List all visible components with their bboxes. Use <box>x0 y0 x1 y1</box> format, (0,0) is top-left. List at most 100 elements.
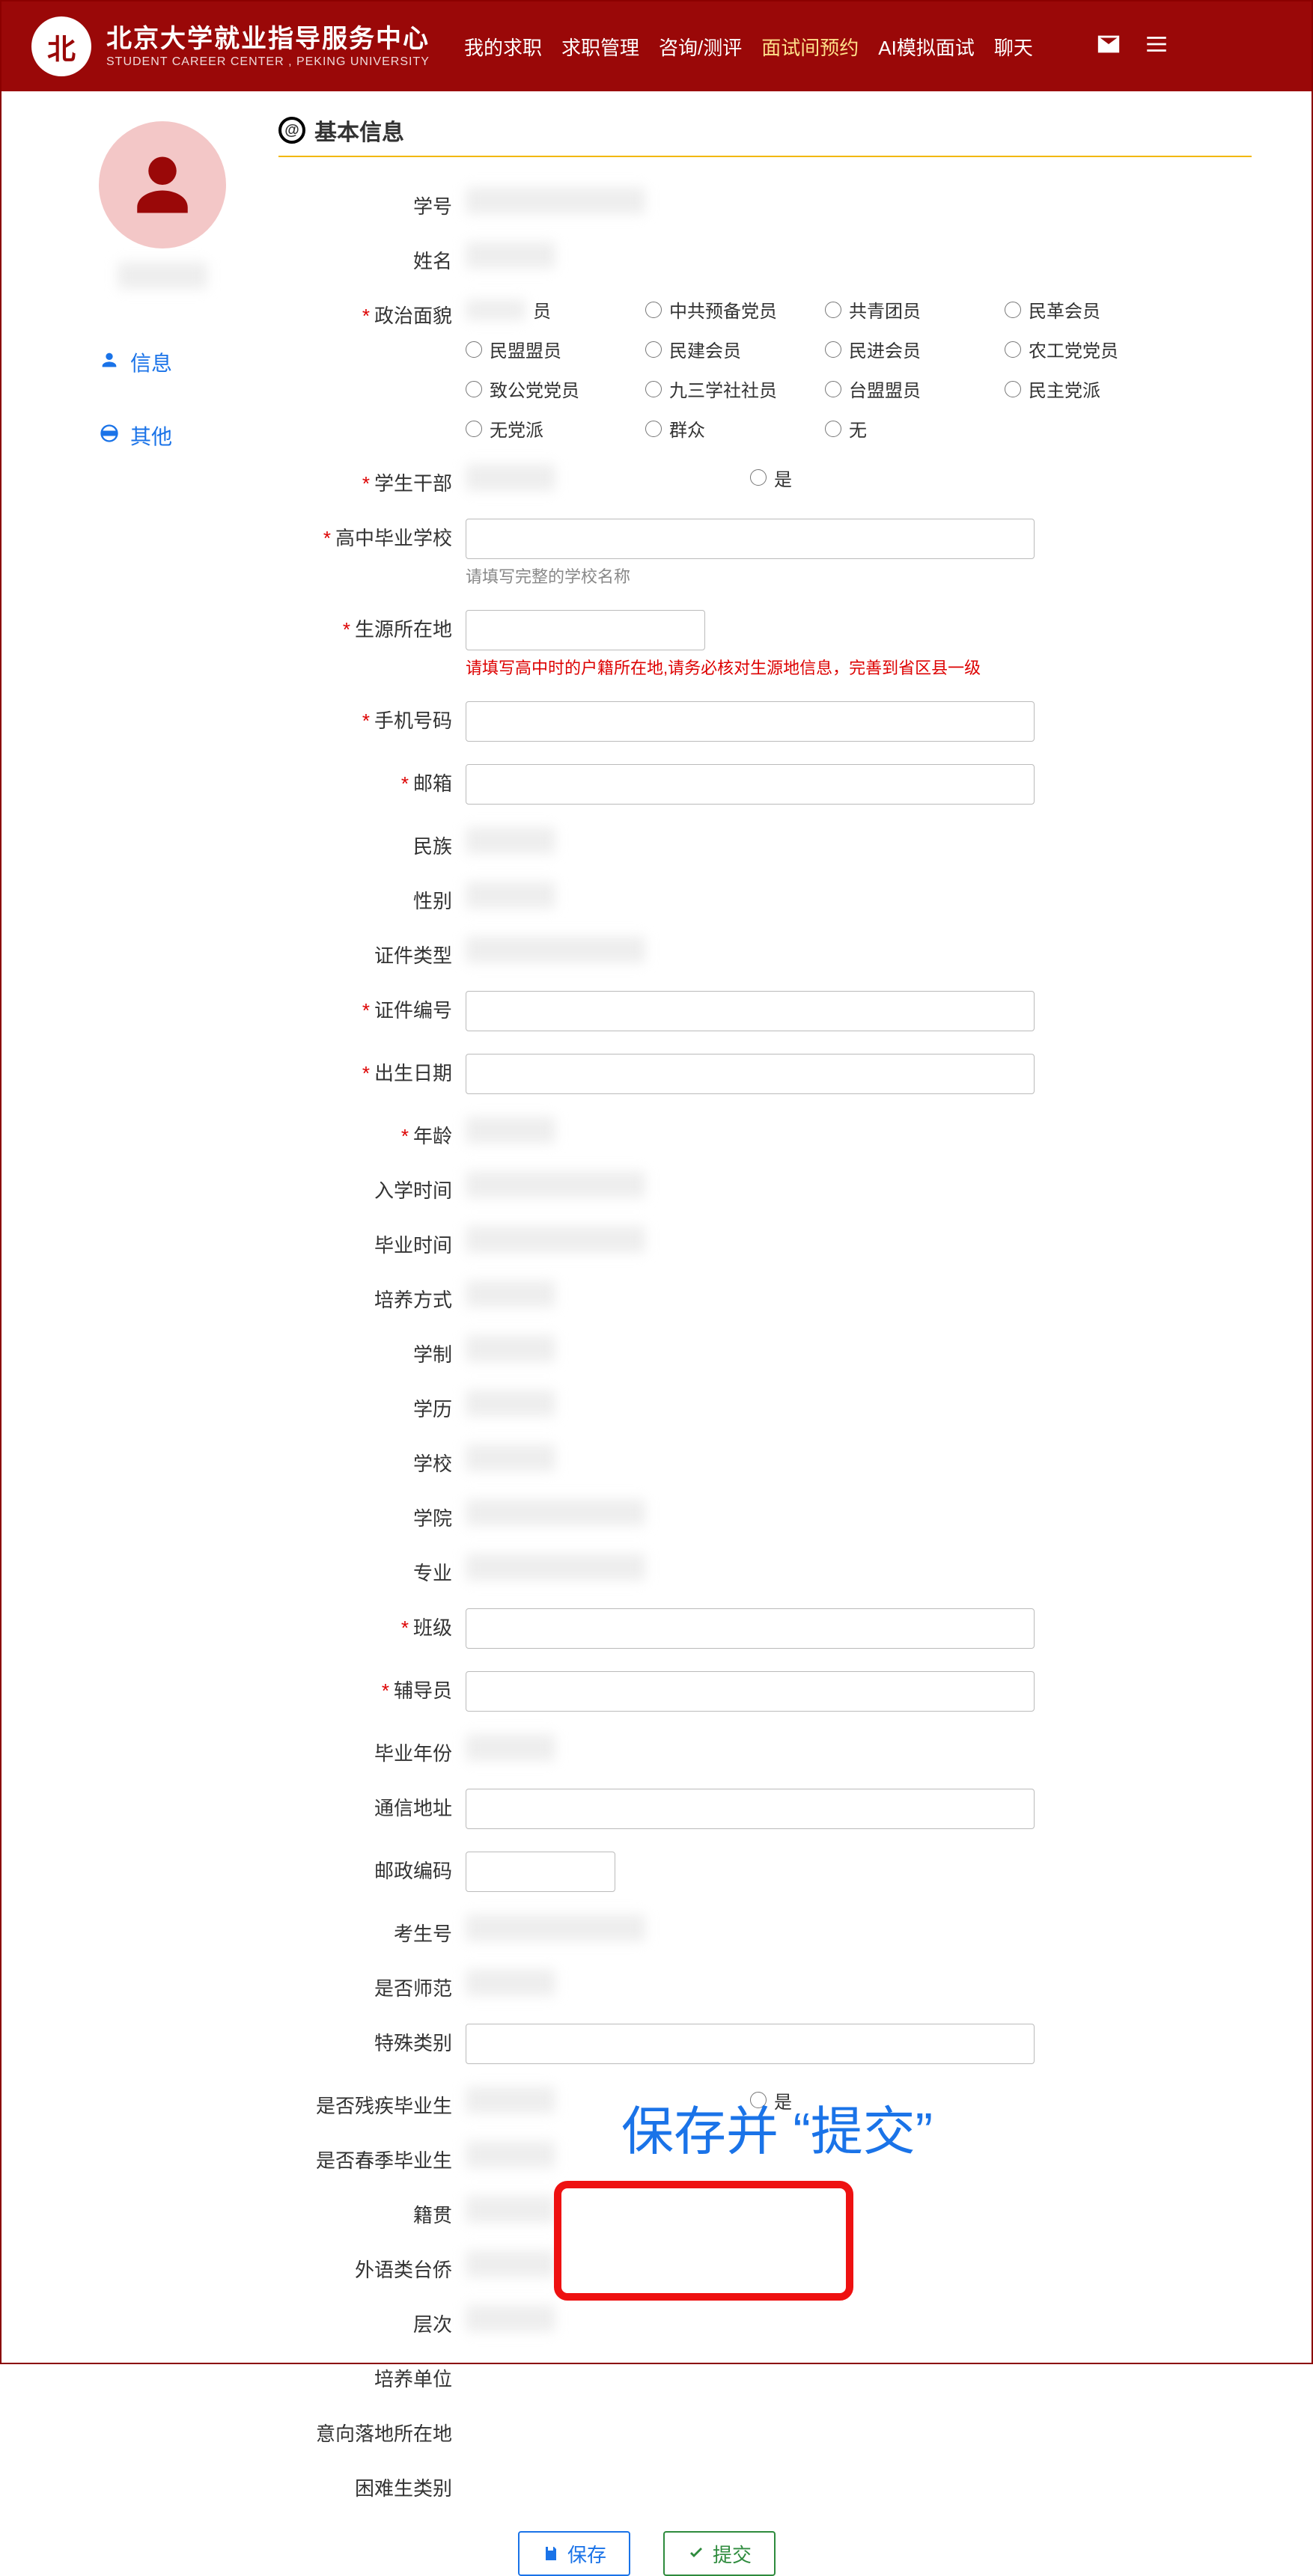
user-slot[interactable] <box>1192 25 1282 67</box>
label-name: 姓名 <box>413 250 452 272</box>
label-examno: 考生号 <box>394 1923 452 1945</box>
political-opt-2[interactable]: 共青团员 <box>825 296 997 323</box>
label-gender: 性别 <box>413 890 452 912</box>
label-phone: 手机号码 <box>374 709 452 732</box>
political-opt-12[interactable]: 无党派 <box>466 415 638 442</box>
input-postcode[interactable] <box>466 1852 615 1892</box>
input-class[interactable] <box>466 1608 1035 1649</box>
section-divider <box>278 156 1252 157</box>
value-examno <box>466 1914 645 1941</box>
menu-icon[interactable] <box>1144 31 1169 62</box>
label-culture: 培养方式 <box>374 1289 452 1311</box>
value-native <box>466 2196 555 2223</box>
political-opt-11[interactable]: 民主党派 <box>1005 376 1177 402</box>
form-buttons: 保存 提交 <box>518 2531 1229 2576</box>
political-opt-7[interactable]: 农工党党员 <box>1005 336 1177 362</box>
label-highschool: 高中毕业学校 <box>335 527 452 549</box>
value-spring <box>466 2141 555 2168</box>
user-icon <box>99 350 120 376</box>
label-email: 邮箱 <box>413 772 452 795</box>
input-birth[interactable] <box>466 1054 1035 1094</box>
value-major <box>466 1554 645 1581</box>
sidebar: 信息 其他 <box>61 114 263 2576</box>
value-disability <box>466 2087 555 2113</box>
section-title: @ 基本信息 <box>278 114 1252 147</box>
mail-icon[interactable] <box>1096 31 1121 62</box>
political-opt-1[interactable]: 中共预备党员 <box>645 296 817 323</box>
label-idtype: 证件类型 <box>374 944 452 967</box>
input-special[interactable] <box>466 2024 1035 2064</box>
save-button[interactable]: 保存 <box>518 2531 630 2576</box>
input-origin[interactable] <box>466 610 705 650</box>
value-overseas <box>466 2250 555 2277</box>
input-address[interactable] <box>466 1789 1035 1829</box>
label-gradtime: 毕业时间 <box>374 1234 452 1257</box>
value-school <box>466 1444 555 1471</box>
input-highschool[interactable] <box>466 519 1035 559</box>
input-phone[interactable] <box>466 701 1035 742</box>
label-cadre: 学生干部 <box>374 472 452 495</box>
check-icon <box>687 2545 705 2563</box>
nav-consult[interactable]: 咨询/测评 <box>659 33 742 61</box>
label-gradyear: 毕业年份 <box>374 1742 452 1765</box>
input-advisor[interactable] <box>466 1671 1035 1712</box>
political-opt-0[interactable]: 员 <box>466 296 638 323</box>
political-opt-3[interactable]: 民革会员 <box>1005 296 1177 323</box>
label-spring: 是否春季毕业生 <box>316 2149 452 2172</box>
political-options: 员 中共预备党员 共青团员 民革会员 民盟盟员 民建会员 民进会员 农工党党员 … <box>466 296 1229 402</box>
label-ethnic: 民族 <box>413 835 452 858</box>
logo-icon: 北 <box>31 16 91 76</box>
value-normal <box>466 1969 555 1996</box>
nav-job-mgmt[interactable]: 求职管理 <box>561 33 639 61</box>
value-level <box>466 2305 555 2332</box>
sidebar-item-other[interactable]: 其他 <box>61 407 263 464</box>
nav-my-job[interactable]: 我的求职 <box>464 33 542 61</box>
brand: 北京大学就业指导服务中心 STUDENT CAREER CENTER , PEK… <box>106 24 430 69</box>
value-ethnic <box>466 827 555 854</box>
political-opt-10[interactable]: 台盟盟员 <box>825 376 997 402</box>
value-culture <box>466 1281 555 1307</box>
label-targetloc: 意向落地所在地 <box>316 2423 452 2445</box>
input-idno[interactable] <box>466 991 1035 1031</box>
label-level: 层次 <box>413 2313 452 2336</box>
avatar[interactable] <box>99 121 226 248</box>
label-college: 学院 <box>413 1507 452 1530</box>
nav-chat[interactable]: 聊天 <box>994 33 1033 61</box>
label-postcode: 邮政编码 <box>374 1860 452 1882</box>
input-email[interactable] <box>466 764 1035 805</box>
political-opt-13[interactable]: 群众 <box>645 415 817 442</box>
cadre-yes[interactable]: 是 <box>750 465 792 491</box>
value-student-id <box>466 187 645 214</box>
political-opt-14[interactable]: 无 <box>825 415 997 442</box>
value-enroll <box>466 1171 645 1198</box>
value-idtype <box>466 936 645 963</box>
value-age <box>466 1117 555 1144</box>
political-opt-9[interactable]: 九三学社社员 <box>645 376 817 402</box>
nav-interview-booking[interactable]: 面试间预约 <box>761 33 859 61</box>
label-disability: 是否残疾毕业生 <box>316 2095 452 2117</box>
value-system <box>466 1335 555 1362</box>
political-opt-5[interactable]: 民建会员 <box>645 336 817 362</box>
sidebar-item-label: 其他 <box>130 421 172 451</box>
label-advisor: 辅导员 <box>394 1679 452 1702</box>
label-major: 专业 <box>413 1562 452 1584</box>
hint-highschool: 请填写完整的学校名称 <box>466 564 1229 587</box>
label-class: 班级 <box>413 1617 452 1639</box>
hint-origin: 请填写高中时的户籍所在地,请务必核对生源地信息，完善到省区县一级 <box>466 655 1229 679</box>
sidebar-item-info[interactable]: 信息 <box>61 334 263 391</box>
label-native: 籍贯 <box>413 2204 452 2226</box>
political-opt-4[interactable]: 民盟盟员 <box>466 336 638 362</box>
political-opt-6[interactable]: 民进会员 <box>825 336 997 362</box>
label-student-id: 学号 <box>413 195 452 218</box>
top-nav: 北 北京大学就业指导服务中心 STUDENT CAREER CENTER , P… <box>1 1 1312 91</box>
label-degree: 学历 <box>413 1398 452 1420</box>
value-name <box>466 242 555 269</box>
political-opt-8[interactable]: 致公党党员 <box>466 376 638 402</box>
nav-ai-interview[interactable]: AI模拟面试 <box>878 33 975 61</box>
submit-button[interactable]: 提交 <box>663 2531 776 2576</box>
primary-nav: 我的求职 求职管理 咨询/测评 面试间预约 AI模拟面试 聊天 <box>464 33 1033 61</box>
brand-subtitle: STUDENT CAREER CENTER , PEKING UNIVERSIT… <box>106 55 430 69</box>
label-origin: 生源所在地 <box>355 618 452 641</box>
label-normal: 是否师范 <box>374 1977 452 2000</box>
annotation-text: 保存并 “提交” <box>621 2090 933 2165</box>
